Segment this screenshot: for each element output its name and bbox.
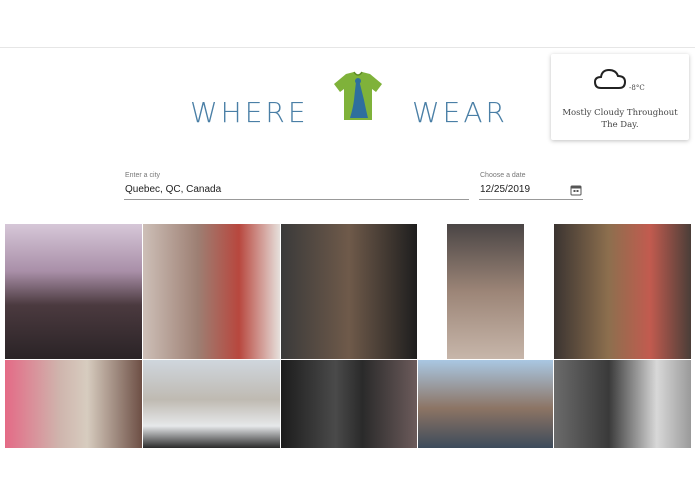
photo-window-selfie[interactable] [418, 360, 553, 448]
photo-group-restaurant[interactable] [447, 224, 524, 359]
weather-card: -8°C Mostly Cloudy Throughout The Day. [551, 54, 689, 140]
weather-description: Mostly Cloudy Throughout The Day. [562, 108, 678, 130]
photo-eiffel-bw[interactable] [554, 360, 691, 448]
date-label: Choose a date [480, 172, 526, 179]
city-label: Enter a city [125, 172, 161, 179]
date-underline [479, 199, 583, 200]
city-input[interactable]: Quebec, QC, Canada [125, 184, 221, 195]
photo-snow-building[interactable] [143, 360, 280, 448]
shirt-logo-icon [334, 71, 382, 120]
header-divider [0, 47, 695, 48]
photo-couple-plaid[interactable] [143, 224, 280, 359]
photo-dark-interior[interactable] [281, 360, 417, 448]
logo-text-wear: WEAR [412, 96, 508, 129]
photo-hats-selfie[interactable] [5, 360, 142, 448]
photo-couple-sweaters[interactable] [554, 224, 691, 359]
cloud-icon [593, 68, 627, 89]
calendar-icon[interactable] [570, 184, 582, 196]
photo-two-men[interactable] [281, 224, 417, 359]
temperature: -8°C [629, 84, 645, 92]
photo-winter-market[interactable] [5, 224, 142, 359]
city-underline [124, 199, 469, 200]
logo-text-where: WHERE [190, 96, 309, 129]
date-input[interactable]: 12/25/2019 [480, 184, 530, 195]
